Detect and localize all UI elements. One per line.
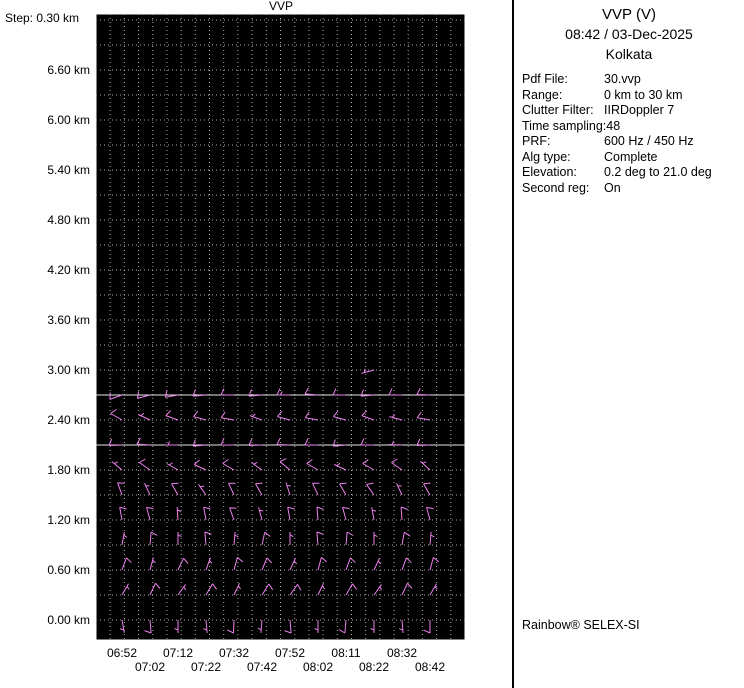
y-axis-label: 6.00 km	[47, 113, 90, 127]
field-label: Pdf File:	[522, 72, 568, 86]
panel-datetime: 08:42 / 03-Dec-2025	[565, 26, 693, 42]
plot-title: VVP	[269, 0, 293, 13]
field-value: 0 km to 30 km	[604, 87, 683, 102]
y-axis-label: 2.40 km	[47, 413, 90, 427]
x-axis-label: 07:42	[247, 660, 277, 674]
x-axis-label: 07:22	[191, 660, 221, 674]
field-label: Alg type:	[522, 149, 571, 164]
field-row: Clutter Filter: IIRDoppler 7	[522, 103, 744, 119]
field-label: PRF:	[522, 134, 551, 148]
y-axis-label: 4.20 km	[47, 263, 90, 277]
x-axis-label: 08:42	[415, 660, 445, 674]
x-axis-label: 08:32	[387, 646, 417, 660]
step-label: Step: 0.30 km	[5, 11, 79, 25]
field-label: Range:	[522, 87, 563, 102]
field-value: 30.vvp	[604, 72, 641, 86]
x-axis-label: 07:32	[219, 646, 249, 660]
panel-site: Kolkata	[605, 46, 653, 62]
x-axis-label: 07:12	[163, 646, 193, 660]
field-label: Second reg:	[522, 180, 590, 195]
x-axis-label: 08:11	[331, 646, 360, 660]
x-axis-labels: 06:5207:0207:1207:2207:3207:4207:5208:02…	[107, 646, 445, 674]
x-axis-label: 08:02	[303, 660, 333, 674]
y-axis-label: 1.80 km	[47, 463, 90, 477]
panel-fields: Pdf File: 30.vvp Range: 0 km to 30 km Clutte…	[514, 72, 744, 196]
y-axis-label: 0.00 km	[47, 613, 90, 627]
field-value: 48	[606, 118, 621, 133]
field-row: Alg type: Complete	[522, 150, 744, 166]
y-axis-label: 3.00 km	[47, 363, 90, 377]
field-row: PRF: 600 Hz / 450 Hz	[522, 134, 744, 150]
field-value: IIRDoppler 7	[604, 103, 675, 117]
field-row: Pdf File: 30.vvp	[522, 72, 744, 88]
x-axis-label: 07:52	[275, 646, 305, 660]
brand-footer: Rainbow® SELEX-SI	[522, 618, 640, 632]
field-label: Clutter Filter:	[522, 103, 594, 117]
field-value: Complete	[604, 149, 658, 164]
info-panel: VVP (V) 08:42 / 03-Dec-2025 Kolkata Pdf …	[512, 0, 744, 688]
field-row: Second reg: On	[522, 181, 744, 197]
field-label: Time sampling:	[522, 118, 607, 133]
field-value: On	[604, 180, 621, 195]
x-axis-label: 08:22	[359, 660, 389, 674]
x-axis-label: 06:52	[107, 646, 137, 660]
y-axis-label: 0.60 km	[47, 563, 90, 577]
y-axis-label: 6.60 km	[47, 63, 90, 77]
y-axis-label: 4.80 km	[47, 213, 90, 227]
field-value: 0.2 deg to 21.0 deg	[604, 165, 712, 179]
y-axis-label: 3.60 km	[47, 313, 90, 327]
field-row: Time sampling:48	[522, 119, 744, 135]
panel-title: VVP (V)	[602, 6, 656, 23]
y-axis-label: 5.40 km	[47, 163, 90, 177]
y-axis-labels: 6.60 km 6.00 km 5.40 km 4.80 km 4.20 km 3.60 …	[47, 63, 90, 627]
field-row: Elevation: 0.2 deg to 21.0 deg	[522, 165, 744, 181]
field-label: Elevation:	[522, 165, 577, 179]
vvp-chart: Step: 0.30 km VVP 6.60 km 6.00 km 5.40 km 4.8…	[5, 0, 466, 674]
y-axis-label: 1.20 km	[47, 513, 90, 527]
x-axis-label: 07:02	[135, 660, 165, 674]
field-row: Range: 0 km to 30 km	[522, 88, 744, 104]
field-value: 600 Hz / 450 Hz	[604, 134, 694, 148]
